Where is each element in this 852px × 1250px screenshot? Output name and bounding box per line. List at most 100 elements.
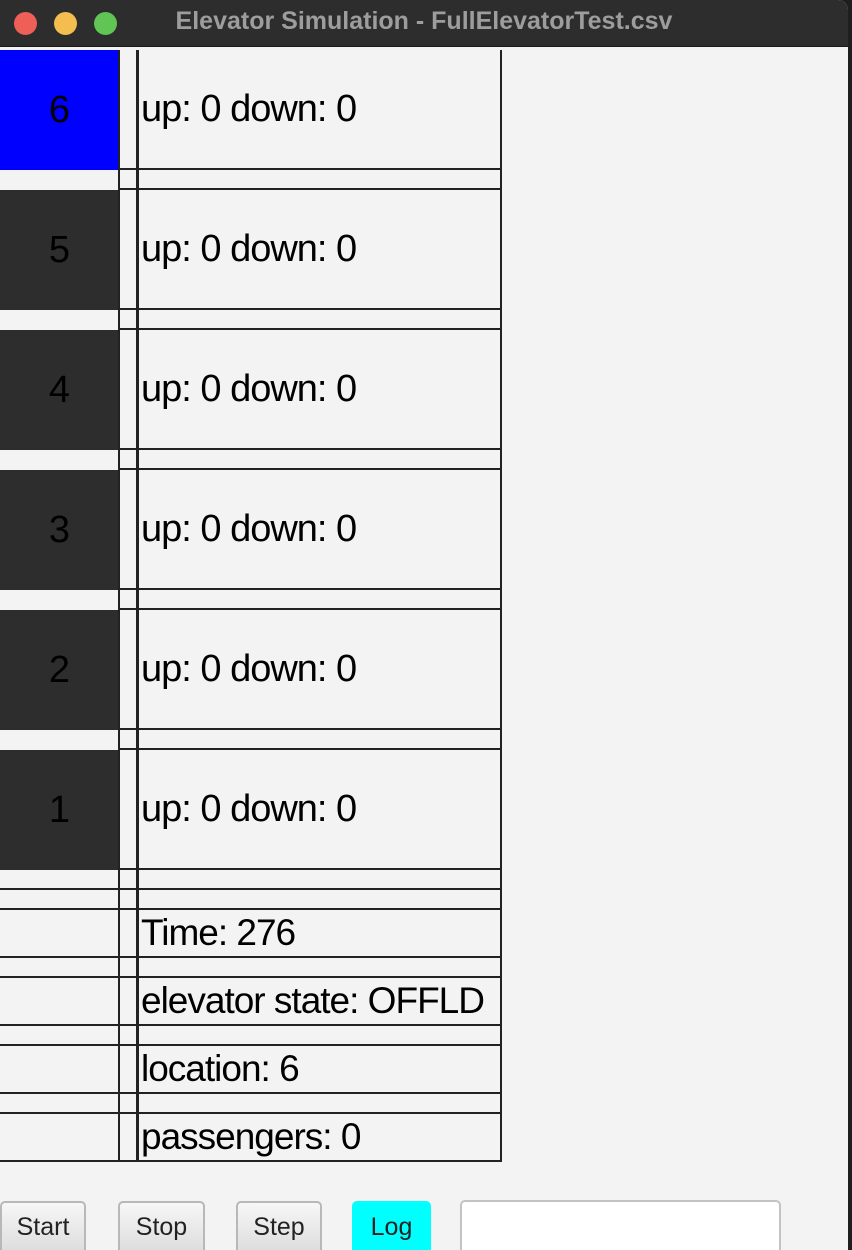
info-left xyxy=(0,910,119,958)
passengers-row: passengers: 0 xyxy=(0,1114,502,1162)
spacer-left xyxy=(0,870,119,890)
time-label: Time: 276 xyxy=(141,912,296,953)
floor-calls-text: up: 0 down: 0 xyxy=(141,87,357,130)
gap-left xyxy=(0,590,119,610)
floor-button-3[interactable]: 3 xyxy=(0,470,119,590)
title-bar: Elevator Simulation - FullElevatorTest.c… xyxy=(0,0,848,47)
spacer-mid xyxy=(118,870,138,890)
floor-calls-text: up: 0 down: 0 xyxy=(141,507,357,550)
gap-mid xyxy=(118,450,138,470)
elevator-grid: 6 up: 0 down: 0 5 up: 0 down: 0 4 up: 0 … xyxy=(0,50,502,1163)
floor-gap xyxy=(0,450,502,470)
info-left xyxy=(0,978,119,1026)
command-input[interactable] xyxy=(460,1200,781,1250)
floor-button-6[interactable]: 6 xyxy=(0,50,119,170)
spacer-right xyxy=(137,870,502,890)
floor-row-6: 6 up: 0 down: 0 xyxy=(0,50,502,170)
floor-number: 6 xyxy=(48,88,71,131)
gap-left xyxy=(0,170,119,190)
spacer-mid xyxy=(118,890,138,910)
gap-left xyxy=(0,450,119,470)
floor-button-4[interactable]: 4 xyxy=(0,330,119,450)
info-mid xyxy=(118,1046,138,1094)
floor-row-4: 4 up: 0 down: 0 xyxy=(0,330,502,450)
floor-divider xyxy=(118,330,138,450)
floor-calls-text: up: 0 down: 0 xyxy=(141,787,357,830)
start-button[interactable]: Start xyxy=(0,1201,86,1250)
location-cell: location: 6 xyxy=(137,1046,502,1094)
spacer-row xyxy=(0,870,502,890)
floor-button-5[interactable]: 5 xyxy=(0,190,119,310)
passengers-label: passengers: 0 xyxy=(141,1116,361,1157)
floor-calls-cell: up: 0 down: 0 xyxy=(137,190,502,310)
time-cell: Time: 276 xyxy=(137,910,502,958)
floor-gap xyxy=(0,170,502,190)
floor-calls-cell: up: 0 down: 0 xyxy=(137,330,502,450)
floor-number: 4 xyxy=(48,368,71,411)
log-button[interactable]: Log xyxy=(352,1201,431,1250)
floor-gap xyxy=(0,730,502,750)
floor-divider xyxy=(118,750,138,870)
floor-number: 2 xyxy=(48,648,71,691)
spacer-mid xyxy=(118,1026,138,1046)
floor-button-1[interactable]: 1 xyxy=(0,750,119,870)
floor-row-2: 2 up: 0 down: 0 xyxy=(0,610,502,730)
info-mid xyxy=(118,1114,138,1162)
state-cell: elevator state: OFFLD xyxy=(137,978,502,1026)
spacer-left xyxy=(0,1094,119,1114)
app-window: Elevator Simulation - FullElevatorTest.c… xyxy=(0,0,848,1250)
window-title: Elevator Simulation - FullElevatorTest.c… xyxy=(175,7,673,35)
floor-calls-text: up: 0 down: 0 xyxy=(141,367,357,410)
floor-divider xyxy=(118,190,138,310)
floor-row-1: 1 up: 0 down: 0 xyxy=(0,750,502,870)
passengers-cell: passengers: 0 xyxy=(137,1114,502,1162)
info-mid xyxy=(118,910,138,958)
spacer-row xyxy=(0,958,502,978)
floor-number: 1 xyxy=(48,788,71,831)
gap-right xyxy=(137,590,502,610)
gap-left xyxy=(0,310,119,330)
elevator-state-label: elevator state: OFFLD xyxy=(141,980,485,1021)
floor-calls-text: up: 0 down: 0 xyxy=(141,647,357,690)
floor-gap xyxy=(0,310,502,330)
gap-right xyxy=(137,170,502,190)
gap-right xyxy=(137,310,502,330)
time-row: Time: 276 xyxy=(0,910,502,958)
spacer-row xyxy=(0,1026,502,1046)
spacer-mid xyxy=(118,1094,138,1114)
gap-mid xyxy=(118,170,138,190)
floor-button-2[interactable]: 2 xyxy=(0,610,119,730)
gap-mid xyxy=(118,310,138,330)
spacer-left xyxy=(0,958,119,978)
gap-mid xyxy=(118,730,138,750)
spacer-right xyxy=(137,958,502,978)
spacer-row xyxy=(0,890,502,910)
spacer-left xyxy=(0,890,119,910)
floor-row-3: 3 up: 0 down: 0 xyxy=(0,470,502,590)
floor-divider xyxy=(118,470,138,590)
spacer-row xyxy=(0,1094,502,1114)
spacer-right xyxy=(137,890,502,910)
floor-row-5: 5 up: 0 down: 0 xyxy=(0,190,502,310)
gap-right xyxy=(137,450,502,470)
window-edge xyxy=(848,0,852,1250)
floor-calls-cell: up: 0 down: 0 xyxy=(137,470,502,590)
floor-divider xyxy=(118,610,138,730)
floor-calls-text: up: 0 down: 0 xyxy=(141,227,357,270)
spacer-right xyxy=(137,1026,502,1046)
location-label: location: 6 xyxy=(141,1048,300,1089)
floor-number: 5 xyxy=(48,228,71,271)
floor-calls-cell: up: 0 down: 0 xyxy=(137,50,502,170)
stop-button[interactable]: Stop xyxy=(118,1201,205,1250)
floor-calls-cell: up: 0 down: 0 xyxy=(137,610,502,730)
spacer-left xyxy=(0,1026,119,1046)
step-button[interactable]: Step xyxy=(236,1201,322,1250)
info-mid xyxy=(118,978,138,1026)
floor-gap xyxy=(0,590,502,610)
info-left xyxy=(0,1046,119,1094)
location-row: location: 6 xyxy=(0,1046,502,1094)
gap-left xyxy=(0,730,119,750)
state-row: elevator state: OFFLD xyxy=(0,978,502,1026)
gap-right xyxy=(137,730,502,750)
floor-number: 3 xyxy=(48,508,71,551)
